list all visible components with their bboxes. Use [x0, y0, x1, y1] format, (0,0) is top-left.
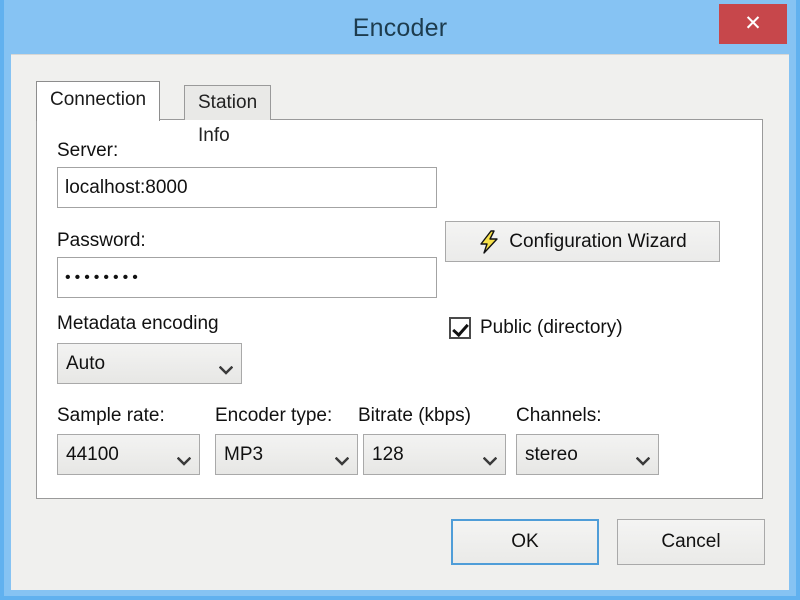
close-icon[interactable]: ✕: [719, 4, 787, 44]
configuration-wizard-button[interactable]: Configuration Wizard: [445, 221, 720, 262]
dialog-body: Connection Station Info Server: Configur…: [11, 54, 789, 590]
bitrate-label: Bitrate (kbps): [358, 405, 471, 426]
server-label: Server:: [57, 140, 119, 161]
password-label: Password:: [57, 230, 146, 251]
chevron-down-icon: [635, 450, 651, 466]
encoder-type-select[interactable]: MP3: [215, 434, 358, 475]
encoder-type-label: Encoder type:: [215, 405, 333, 426]
channels-select[interactable]: stereo: [516, 434, 659, 475]
checkmark-icon: [449, 317, 471, 339]
ok-button[interactable]: OK: [451, 519, 599, 565]
sample-rate-select[interactable]: 44100: [57, 434, 200, 475]
channels-label: Channels:: [516, 405, 602, 426]
chevron-down-icon: [482, 450, 498, 466]
metadata-encoding-label: Metadata encoding: [57, 313, 219, 334]
title-bar: Encoder ✕: [0, 0, 800, 62]
tab-station-info[interactable]: Station Info: [184, 85, 272, 146]
encoder-type-value: MP3: [224, 443, 264, 465]
frame-edge-left: [0, 0, 4, 600]
sample-rate-value: 44100: [66, 443, 119, 465]
lightning-bolt-icon: [478, 229, 500, 254]
frame-edge-bottom: [0, 596, 800, 600]
public-directory-label: Public (directory): [480, 317, 623, 338]
public-directory-checkbox[interactable]: Public (directory): [449, 317, 623, 339]
tab-connection[interactable]: Connection: [36, 81, 161, 121]
cancel-button[interactable]: Cancel: [617, 519, 765, 565]
server-input[interactable]: [57, 167, 437, 208]
frame-edge-right: [796, 0, 800, 600]
configuration-wizard-label: Configuration Wizard: [509, 230, 687, 252]
password-input[interactable]: [57, 257, 437, 298]
chevron-down-icon: [176, 450, 192, 466]
channels-value: stereo: [525, 443, 578, 465]
metadata-encoding-select[interactable]: Auto: [57, 343, 242, 384]
window-title: Encoder: [352, 14, 448, 42]
bitrate-value: 128: [372, 443, 404, 465]
chevron-down-icon: [334, 450, 350, 466]
chevron-down-icon: [218, 359, 234, 375]
bitrate-select[interactable]: 128: [363, 434, 506, 475]
encoder-window: Encoder ✕ Connection Station Info Server…: [0, 0, 800, 600]
metadata-encoding-value: Auto: [66, 352, 106, 374]
sample-rate-label: Sample rate:: [57, 405, 165, 426]
